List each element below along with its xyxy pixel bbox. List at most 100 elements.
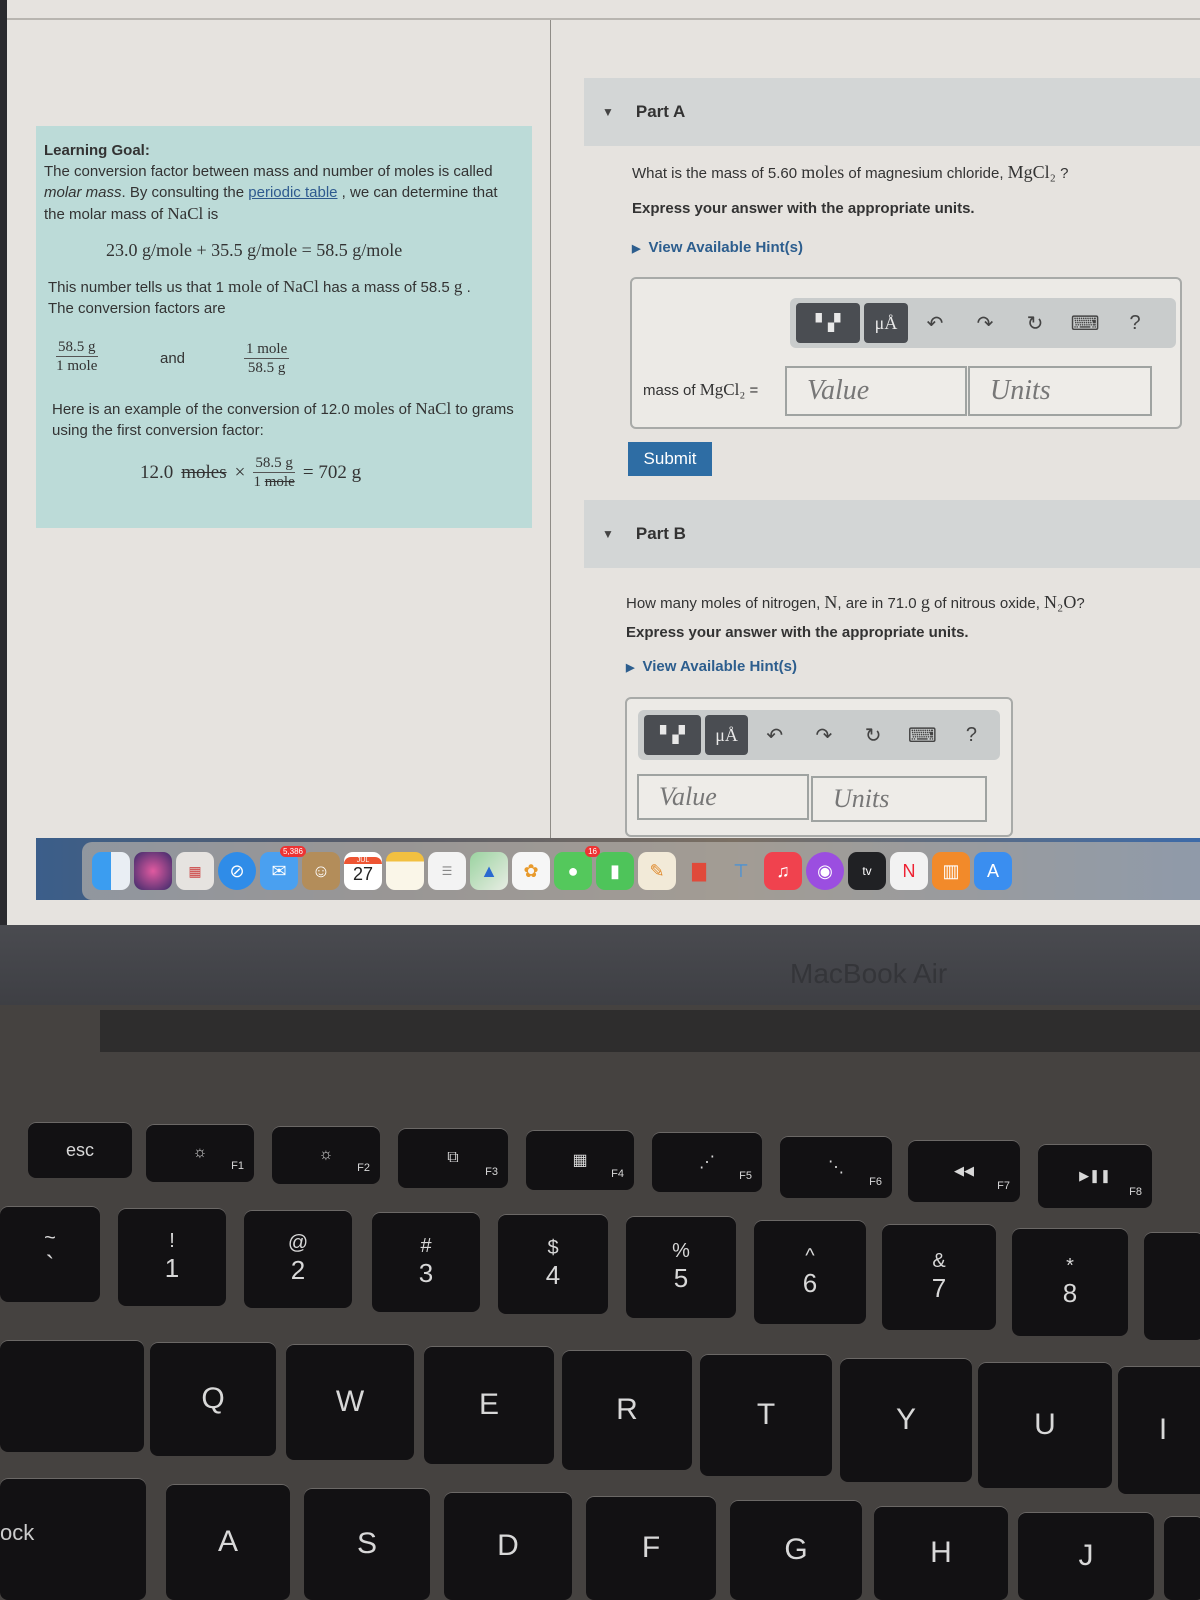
siri-icon[interactable] — [134, 852, 172, 890]
key-8[interactable]: * 8 — [1012, 1228, 1128, 1336]
part-b-value-input[interactable]: Value — [637, 774, 809, 820]
music-icon[interactable]: ♫ — [764, 852, 802, 890]
redo-icon[interactable]: ↷ — [962, 311, 1008, 336]
news-icon[interactable]: N — [890, 852, 928, 890]
key-3[interactable]: #3 — [372, 1212, 480, 1312]
messages-icon[interactable]: ● 16 — [554, 846, 600, 890]
key-d[interactable]: D — [444, 1492, 572, 1600]
play-pause-icon: ▶❚❚ — [1079, 1168, 1111, 1183]
contacts-icon[interactable]: ☺ — [302, 852, 340, 890]
key-u[interactable]: U — [978, 1362, 1112, 1488]
nacl-formula: NaCl — [167, 204, 204, 223]
keyboard-icon[interactable]: ⌨ — [1062, 311, 1108, 336]
mail-icon[interactable]: ✉ 5,386 — [260, 846, 306, 890]
part-a-hint-link[interactable]: ▶ View Available Hint(s) — [632, 239, 803, 256]
keynote-icon[interactable]: ⊤ — [722, 852, 760, 890]
key-tab[interactable] — [0, 1340, 144, 1452]
key-t[interactable]: T — [700, 1354, 832, 1476]
key-h[interactable]: H — [874, 1506, 1008, 1600]
units-button[interactable]: μÅ — [704, 715, 749, 755]
part-a-header[interactable]: ▼ Part A — [584, 78, 1200, 146]
maps-icon[interactable]: ▲ — [470, 852, 508, 890]
calendar-icon[interactable]: JUL 27 — [344, 852, 382, 890]
part-b-hint-link[interactable]: ▶ View Available Hint(s) — [626, 658, 797, 675]
key-i[interactable]: I — [1118, 1366, 1200, 1494]
key-w[interactable]: W — [286, 1344, 414, 1460]
key-4[interactable]: $4 — [498, 1214, 608, 1314]
key-tilde[interactable]: ~ ` — [0, 1206, 100, 1302]
part-a-question: What is the mass of 5.60 moles of magnes… — [632, 162, 1068, 183]
key-k[interactable] — [1164, 1516, 1200, 1600]
key-1[interactable]: ! 1 — [118, 1208, 226, 1306]
launchpad-icon[interactable]: ▦ — [176, 852, 214, 890]
laptop-screen: Learning Goal: The conversion factor bet… — [0, 0, 1200, 925]
learning-goal-intro: The conversion factor between mass and n… — [44, 161, 522, 225]
numbers-icon[interactable]: ▇ — [680, 852, 718, 890]
dock: ▦ ⊘ ✉ 5,386 ☺ JUL 27 ☰ ▲ ✿ ● 16 ▮ ✎ ▇ ⊤ ♫ ◉… — [82, 842, 1200, 900]
key-f5[interactable]: ⋰ F5 — [652, 1132, 762, 1192]
key-label: F8 — [1129, 1186, 1142, 1198]
collapse-triangle-icon: ▼ — [602, 527, 614, 541]
unit-mole: mole — [228, 277, 263, 296]
key-f3[interactable]: ⧉ F3 — [398, 1128, 508, 1188]
photos-icon[interactable]: ✿ — [512, 852, 550, 890]
apple-tv-icon[interactable]: tv — [848, 852, 886, 890]
key-y[interactable]: Y — [840, 1358, 972, 1482]
key-r[interactable]: R — [562, 1350, 692, 1470]
key-label: esc — [65, 1139, 94, 1160]
help-icon[interactable]: ? — [1112, 312, 1158, 335]
key-6[interactable]: ^ 6 — [754, 1220, 866, 1324]
key-symbol: ! — [169, 1230, 175, 1252]
key-label: 8 — [1062, 1278, 1078, 1308]
facetime-icon[interactable]: ▮ — [596, 852, 634, 890]
finder-icon[interactable] — [92, 852, 130, 890]
templates-button[interactable]: ▘▞ — [644, 715, 701, 755]
key-e[interactable]: E — [424, 1346, 554, 1464]
key-2[interactable]: @2 — [244, 1210, 352, 1308]
pages-icon[interactable]: ✎ — [638, 852, 676, 890]
safari-icon[interactable]: ⊘ — [218, 852, 256, 890]
submit-button[interactable]: Submit — [628, 442, 712, 476]
help-icon[interactable]: ? — [949, 724, 994, 747]
part-b-header[interactable]: ▼ Part B — [584, 500, 1200, 568]
reminders-icon[interactable]: ☰ — [428, 852, 466, 890]
hint-label: View Available Hint(s) — [648, 239, 803, 256]
unit-g: g — [920, 592, 930, 612]
key-5[interactable]: % 5 — [626, 1216, 736, 1318]
key-s[interactable]: S — [304, 1488, 430, 1600]
key-f2[interactable]: ☼ F2 — [272, 1126, 380, 1184]
key-f8[interactable]: ▶❚❚ F8 — [1038, 1144, 1152, 1208]
books-icon[interactable]: ▥ — [932, 852, 970, 890]
reset-icon[interactable]: ↻ — [851, 723, 896, 748]
key-label: 6 — [802, 1268, 818, 1298]
key-label: D — [497, 1529, 519, 1562]
key-j[interactable]: J — [1018, 1512, 1154, 1600]
key-f6[interactable]: ⋱ F6 — [780, 1136, 892, 1198]
key-f7[interactable]: ◀◀ F7 — [908, 1140, 1020, 1202]
part-a-value-input[interactable]: Value — [785, 366, 967, 416]
key-a[interactable]: A — [166, 1484, 290, 1600]
key-esc[interactable]: esc — [28, 1122, 132, 1178]
periodic-table-link[interactable]: periodic table — [248, 184, 337, 201]
redo-icon[interactable]: ↷ — [801, 723, 846, 748]
key-g[interactable]: G — [730, 1500, 862, 1600]
part-a-units-input[interactable]: Units — [968, 366, 1152, 416]
keyboard-icon[interactable]: ⌨ — [900, 723, 945, 748]
templates-button[interactable]: ▘▞ — [796, 303, 860, 343]
key-9[interactable] — [1144, 1232, 1200, 1340]
key-f[interactable]: F — [586, 1496, 716, 1600]
key-7[interactable]: & 7 — [882, 1224, 996, 1330]
panel-divider — [550, 20, 551, 840]
brightness-up-icon: ☼ — [318, 1146, 334, 1163]
key-f1[interactable]: ☼ F1 — [146, 1124, 254, 1182]
undo-icon[interactable]: ↶ — [912, 311, 958, 336]
part-b-units-input[interactable]: Units — [811, 776, 987, 822]
notes-icon[interactable] — [386, 852, 424, 890]
units-button[interactable]: μÅ — [864, 303, 908, 343]
key-f4[interactable]: ▦ F4 — [526, 1130, 634, 1190]
reset-icon[interactable]: ↻ — [1012, 311, 1058, 336]
key-q[interactable]: Q — [150, 1342, 276, 1456]
podcasts-icon[interactable]: ◉ — [806, 852, 844, 890]
app-store-icon[interactable]: A — [974, 852, 1012, 890]
undo-icon[interactable]: ↶ — [752, 723, 797, 748]
